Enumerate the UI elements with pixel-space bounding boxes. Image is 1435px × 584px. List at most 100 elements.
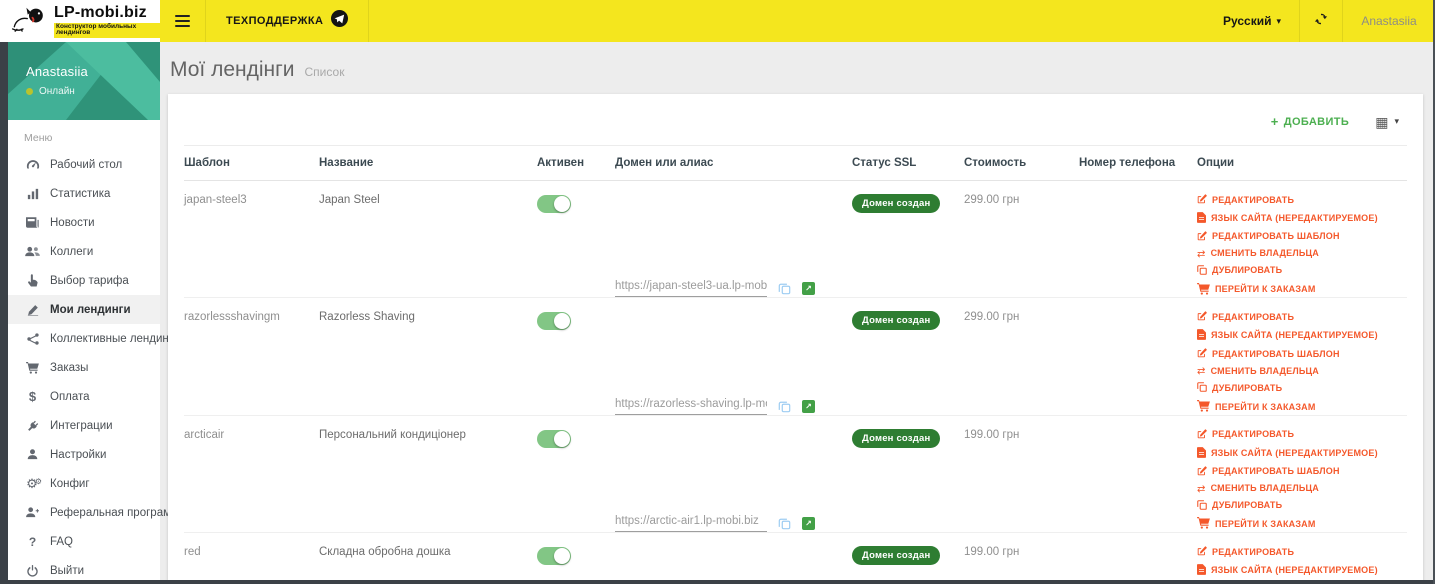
person-icon <box>24 449 41 460</box>
add-landing-button[interactable]: + ДОБАВИТЬ <box>1271 114 1350 129</box>
logo[interactable]: LP-mobi.biz Конструктор мобильных лендин… <box>0 0 160 42</box>
option-label: ДУБЛИРОВАТЬ <box>1212 500 1283 511</box>
option-go-to-orders[interactable]: ПЕРЕЙТИ К ЗАКАЗАМ <box>1197 282 1399 298</box>
account-menu[interactable]: Anastasiia <box>1343 0 1435 42</box>
option-duplicate[interactable]: ДУБЛИРОВАТЬ <box>1197 499 1399 513</box>
sidebar-item-share[interactable]: Коллективные лендинги <box>8 324 179 353</box>
dollar-icon: $ <box>28 389 37 404</box>
refresh-button[interactable] <box>1299 0 1343 42</box>
phone-cell <box>1079 298 1197 414</box>
open-site-icon[interactable]: ↗ <box>802 282 815 296</box>
option-change-owner[interactable]: ⇄ СМЕНИТЬ ВЛАДЕЛЬЦА <box>1197 248 1399 259</box>
cart-icon <box>1197 400 1210 415</box>
option-edit[interactable]: РЕДАКТИРОВАТЬ <box>1197 429 1399 442</box>
plug-icon <box>24 420 41 432</box>
domain-cell: ↗ <box>615 298 852 415</box>
active-toggle[interactable] <box>537 195 571 213</box>
name-cell: Razorless Shaving <box>319 311 415 324</box>
cart-icon <box>1197 282 1210 298</box>
menu-toggle-button[interactable] <box>160 0 206 42</box>
sidebar-item-dollar[interactable]: $ Оплата <box>8 382 160 411</box>
copy-icon[interactable] <box>778 282 791 295</box>
domain-cell: ↗ <box>615 181 852 298</box>
window-edge-bottom <box>0 580 1435 584</box>
telegram-icon <box>331 10 349 32</box>
active-toggle[interactable] <box>537 547 571 566</box>
option-go-to-orders[interactable]: ПЕРЕЙТИ К ЗАКАЗАМ <box>1197 517 1399 532</box>
sidebar-item-news[interactable]: Новости <box>8 208 160 237</box>
sidebar-menu: Рабочий стол Статистика Новости Коллеги Выбо… <box>8 150 185 584</box>
option-duplicate[interactable]: ДУБЛИРОВАТЬ <box>1197 264 1399 278</box>
tariff-icon <box>24 274 41 287</box>
tech-support-button[interactable]: ТЕХПОДДЕРЖКА <box>206 0 370 42</box>
sidebar-item-person[interactable]: Настройки <box>8 440 160 469</box>
option-site-language[interactable]: ЯЗЫК САЙТА (НЕРЕДАКТИРУЕМОЕ) <box>1197 212 1399 226</box>
sidebar-item-dashboard[interactable]: Рабочий стол <box>8 150 160 179</box>
active-toggle[interactable] <box>537 312 571 331</box>
option-edit-template[interactable]: РЕДАКТИРОВАТЬ ШАБЛОН <box>1197 466 1399 479</box>
dog-mascot-icon <box>10 5 48 38</box>
duplicate-icon <box>1197 499 1207 513</box>
open-site-icon[interactable]: ↗ <box>802 517 815 531</box>
sidebar-item-question[interactable]: ? FAQ <box>8 527 160 556</box>
option-site-language[interactable]: ЯЗЫК САЙТА (НЕРЕДАКТИРУЕМОЕ) <box>1197 329 1399 343</box>
option-go-to-orders[interactable]: ПЕРЕЙТИ К ЗАКАЗАМ <box>1197 400 1399 415</box>
edit-icon <box>1197 194 1207 207</box>
view-mode-dropdown[interactable]: ▦ ▾ <box>1375 115 1399 129</box>
option-label: ДУБЛИРОВАТЬ <box>1212 382 1283 393</box>
option-edit-template[interactable]: РЕДАКТИРОВАТЬ ШАБЛОН <box>1197 348 1399 361</box>
sidebar-item-colleagues[interactable]: Коллеги <box>8 237 160 266</box>
window-edge-left <box>0 42 8 584</box>
phone-cell <box>1079 416 1197 532</box>
column-header: Номер телефона <box>1079 157 1176 169</box>
name-cell: Складна обробна дошка <box>319 546 451 559</box>
active-toggle[interactable] <box>537 429 571 448</box>
language-icon <box>1197 329 1206 343</box>
account-username: Anastasiia <box>1361 14 1417 28</box>
option-edit[interactable]: РЕДАКТИРОВАТЬ <box>1197 194 1399 207</box>
domain-input[interactable] <box>615 397 767 415</box>
share-icon <box>24 332 41 345</box>
table-view-icon: ▦ <box>1375 113 1389 130</box>
template-cell: razorlessshavingm <box>184 311 280 324</box>
sidebar-item-person-plus[interactable]: Реферальная программа <box>8 498 185 527</box>
option-label: ПЕРЕЙТИ К ЗАКАЗАМ <box>1215 401 1316 412</box>
option-label: РЕДАКТИРОВАТЬ <box>1212 429 1295 440</box>
option-edit[interactable]: РЕДАКТИРОВАТЬ <box>1197 546 1399 559</box>
option-site-language[interactable]: ЯЗЫК САЙТА (НЕРЕДАКТИРУЕМОЕ) <box>1197 446 1399 461</box>
sidebar-item-gears[interactable]: ⚙⚙ Конфиг <box>8 469 160 498</box>
sidebar-item-label: Выбор тарифа <box>50 274 129 287</box>
sidebar-item-landings[interactable]: Мои лендинги <box>8 295 160 324</box>
copy-icon[interactable] <box>778 400 791 413</box>
add-button-label: ДОБАВИТЬ <box>1283 115 1350 128</box>
options-cell: РЕДАКТИРОВАТЬ ЯЗЫК САЙТА (НЕРЕДАКТИРУЕМОЕ… <box>1197 181 1407 297</box>
column-header: Домен или алиас <box>615 157 714 169</box>
news-icon <box>24 217 41 228</box>
sidebar-item-plug[interactable]: Интеграции <box>8 411 160 440</box>
language-selector[interactable]: Русский ▾ <box>1205 0 1299 42</box>
sidebar-item-stats[interactable]: Статистика <box>8 179 160 208</box>
ssl-cell: Домен создан <box>852 533 964 584</box>
option-label: ПЕРЕЙТИ К ЗАКАЗАМ <box>1215 518 1316 529</box>
copy-icon[interactable] <box>778 517 791 530</box>
option-duplicate[interactable]: ДУБЛИРОВАТЬ <box>1197 382 1399 395</box>
domain-input[interactable] <box>615 280 767 298</box>
option-edit[interactable]: РЕДАКТИРОВАТЬ <box>1197 311 1399 324</box>
option-label: ДУБЛИРОВАТЬ <box>1212 265 1283 276</box>
name-cell: Japan Steel <box>319 194 380 206</box>
column-header: Статус SSL <box>852 157 917 169</box>
option-label: ЯЗЫК САЙТА (НЕРЕДАКТИРУЕМОЕ) <box>1211 330 1378 341</box>
sidebar-item-cart[interactable]: Заказы <box>8 353 160 382</box>
option-label: ЯЗЫК САЙТА (НЕРЕДАКТИРУЕМОЕ) <box>1211 212 1378 223</box>
option-edit-template[interactable]: РЕДАКТИРОВАТЬ ШАБЛОН <box>1197 231 1399 244</box>
option-change-owner[interactable]: ⇄ СМЕНИТЬ ВЛАДЕЛЬЦА <box>1197 483 1399 494</box>
sidebar-item-label: Настройки <box>50 448 107 461</box>
option-site-language[interactable]: ЯЗЫК САЙТА (НЕРЕДАКТИРУЕМОЕ) <box>1197 564 1399 578</box>
sidebar-item-label: Интеграции <box>50 419 113 432</box>
sidebar-item-tariff[interactable]: Выбор тарифа <box>8 266 160 295</box>
open-site-icon[interactable]: ↗ <box>802 399 815 413</box>
domain-input[interactable] <box>615 515 767 533</box>
edit-icon <box>1197 466 1207 479</box>
domain-cell: ↗ <box>615 416 852 533</box>
option-change-owner[interactable]: ⇄ СМЕНИТЬ ВЛАДЕЛЬЦА <box>1197 366 1399 377</box>
